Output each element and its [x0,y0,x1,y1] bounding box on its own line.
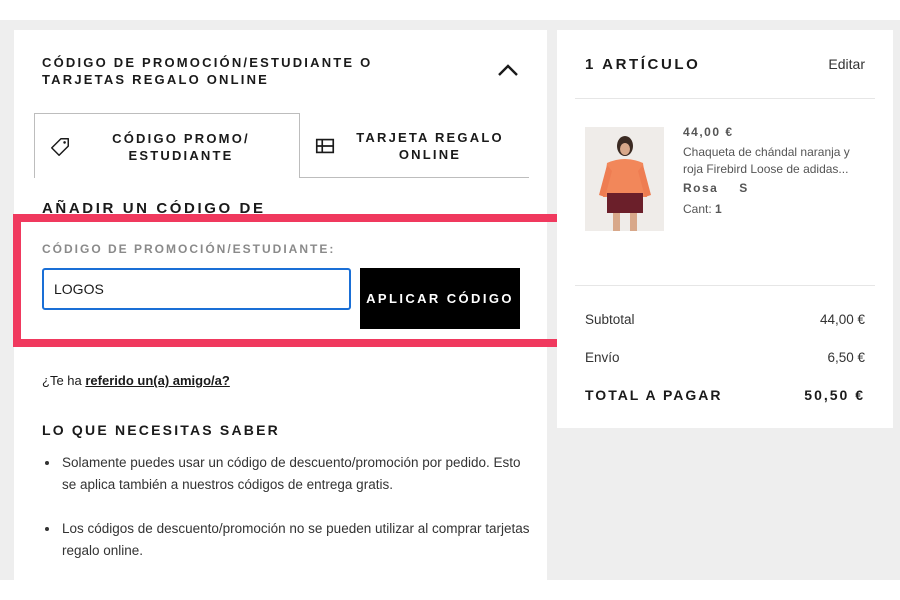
tab-promo-code[interactable]: CÓDIGO PROMO/ ESTUDIANTE [34,113,300,178]
referral-prefix: ¿Te ha [42,373,82,388]
need-to-know-title: LO QUE NECESITAS SABER [42,422,280,438]
total-row: TOTAL A PAGAR 50,50 € [585,387,865,403]
shipping-value: 6,50 € [827,350,865,365]
item-quantity: Cant: 1 [683,202,722,216]
shipping-row: Envío 6,50 € [585,350,865,365]
promo-panel: CÓDIGO DE PROMOCIÓN/ESTUDIANTE O TARJETA… [14,30,547,580]
tab-gift-card-label: TARJETA REGALO ONLINE [356,130,504,162]
list-item: Solamente puedes usar un código de descu… [42,452,532,496]
product-photo [585,127,664,231]
list-item: Los códigos de descuento/promoción no se… [42,518,532,562]
qty-label: Cant: [683,202,712,216]
shipping-label: Envío [585,350,620,365]
promo-code-input[interactable] [42,268,351,310]
referral-link[interactable]: referido un(a) amigo/a? [85,373,229,388]
subtotal-label: Subtotal [585,312,635,327]
item-attributes: Rosa S [683,181,765,195]
item-size: S [739,181,749,195]
promo-code-label: CÓDIGO DE PROMOCIÓN/ESTUDIANTE: [42,242,336,256]
subtotal-value: 44,00 € [819,312,865,327]
promo-tabs: CÓDIGO PROMO/ ESTUDIANTE TARJETA REGALO … [34,113,529,178]
product-image[interactable] [585,127,664,231]
divider [575,285,875,286]
total-value: 50,50 € [804,387,865,403]
apply-code-button[interactable]: APLICAR CÓDIGO [360,268,520,329]
subtotal-row: Subtotal 44,00 € [585,312,865,327]
qty-value: 1 [715,202,722,216]
chevron-up-icon[interactable] [496,58,520,82]
gift-card-icon [315,138,335,154]
referral-text: ¿Te ha referido un(a) amigo/a? [42,373,230,388]
promo-section-header[interactable]: CÓDIGO DE PROMOCIÓN/ESTUDIANTE O TARJETA… [42,54,462,88]
cart-item-count: 1 ARTÍCULO [585,56,701,73]
tab-promo-code-label: CÓDIGO PROMO/ ESTUDIANTE [112,131,250,163]
item-color: Rosa [683,181,719,195]
cart-summary-panel: 1 ARTÍCULO Editar 44,00 € Chaqueta de ch… [557,30,893,428]
tag-icon [51,138,69,156]
divider [575,98,875,99]
item-price: 44,00 € [683,125,734,139]
item-name[interactable]: Chaqueta de chándal naranja y roja Fireb… [683,144,873,178]
total-label: TOTAL A PAGAR [585,387,723,403]
need-to-know-list: Solamente puedes usar un código de descu… [42,452,532,584]
tab-gift-card[interactable]: TARJETA REGALO ONLINE [300,113,529,178]
section-title: AÑADIR UN CÓDIGO DE PROMOCIÓN/ESTUDIANTE [42,200,266,216]
edit-cart-link[interactable]: Editar [828,56,865,72]
